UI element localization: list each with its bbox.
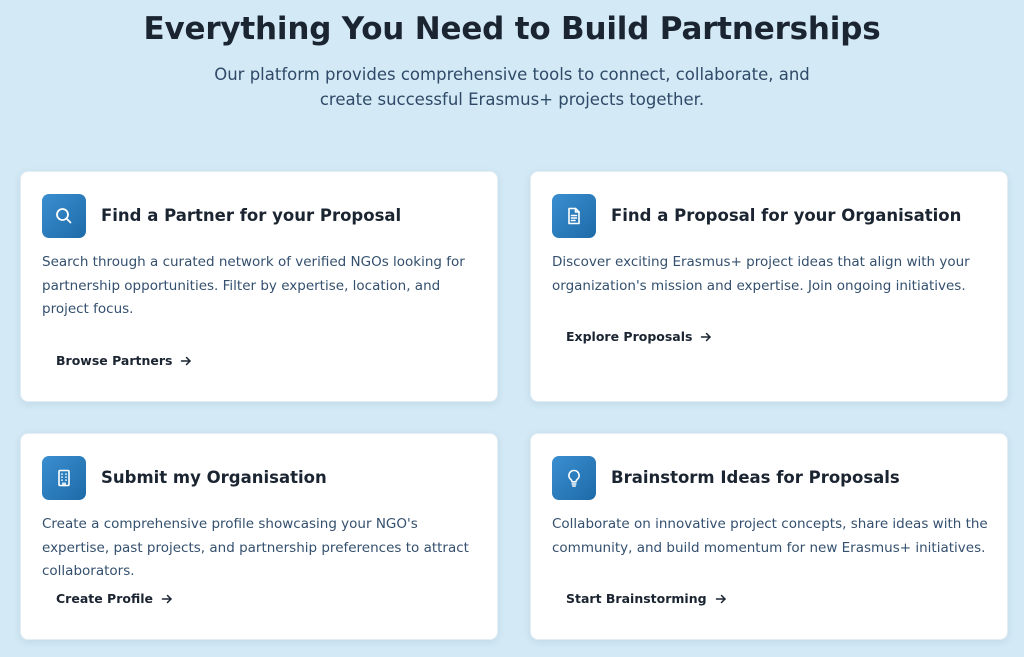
create-profile-link[interactable]: Create Profile: [56, 591, 173, 606]
feature-card-submit-organisation: Submit my Organisation Create a comprehe…: [20, 433, 498, 640]
feature-description: Create a comprehensive profile showcasin…: [42, 516, 469, 579]
link-label: Create Profile: [56, 591, 153, 606]
feature-title: Find a Partner for your Proposal: [101, 206, 402, 225]
feature-card-brainstorm: Brainstorm Ideas for Proposals Collabora…: [530, 433, 1008, 640]
search-icon: [42, 194, 86, 238]
feature-title: Brainstorm Ideas for Proposals: [611, 468, 900, 487]
link-label: Start Brainstorming: [566, 591, 707, 606]
building-icon: [42, 456, 86, 500]
feature-description: Discover exciting Erasmus+ project ideas…: [552, 254, 970, 294]
feature-title: Submit my Organisation: [101, 468, 327, 487]
arrow-right-icon: [180, 355, 192, 367]
feature-title: Find a Proposal for your Organisation: [611, 206, 962, 225]
feature-description: Search through a curated network of veri…: [42, 254, 465, 317]
browse-partners-link[interactable]: Browse Partners: [56, 353, 192, 368]
link-label: Explore Proposals: [566, 329, 693, 344]
document-icon: [552, 194, 596, 238]
start-brainstorming-link[interactable]: Start Brainstorming: [566, 591, 727, 606]
arrow-right-icon: [715, 593, 727, 605]
page-title: Everything You Need to Build Partnership…: [143, 11, 881, 47]
page-subtitle: Our platform provides comprehensive tool…: [214, 65, 810, 109]
explore-proposals-link[interactable]: Explore Proposals: [566, 329, 712, 344]
feature-card-find-proposal: Find a Proposal for your Organisation Di…: [530, 171, 1008, 402]
arrow-right-icon: [161, 593, 173, 605]
lightbulb-icon: [552, 456, 596, 500]
link-label: Browse Partners: [56, 353, 173, 368]
feature-card-find-partner: Find a Partner for your Proposal Search …: [20, 171, 498, 402]
arrow-right-icon: [700, 331, 712, 343]
feature-description: Collaborate on innovative project concep…: [552, 516, 988, 556]
